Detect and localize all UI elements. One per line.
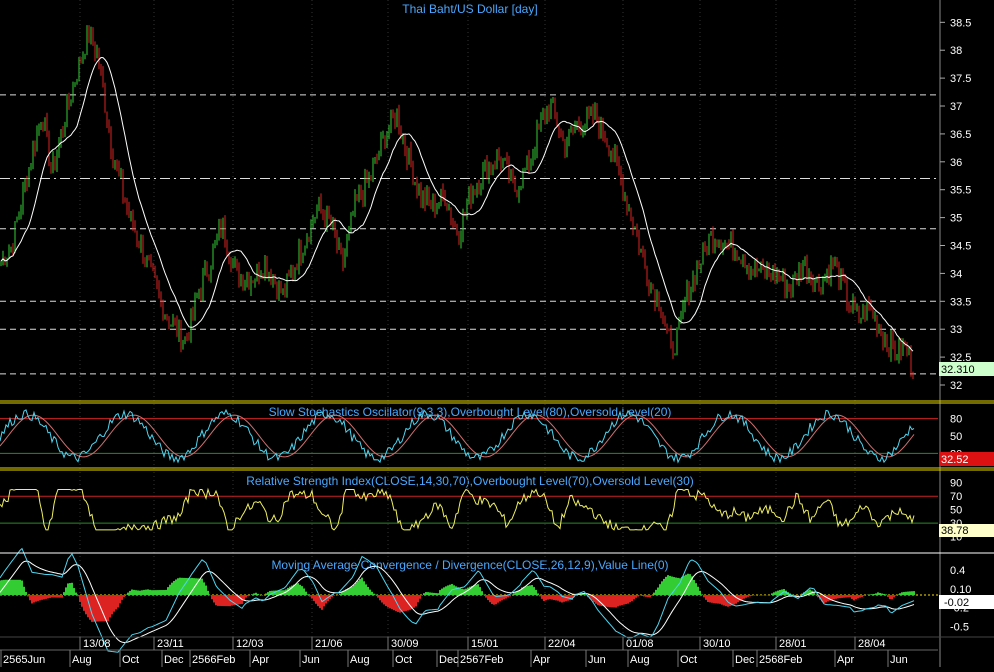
x-tick-label-lower: Aug xyxy=(350,654,370,666)
price-tick-label: 35 xyxy=(950,213,962,225)
price-panel-title: Thai Baht/US Dollar [day] xyxy=(402,2,537,16)
x-tick-label-lower: Jun xyxy=(890,654,908,666)
price-tick-label: 33.5 xyxy=(950,296,971,308)
rsi-tick-label: 50 xyxy=(950,505,962,517)
price-tick-label: 38 xyxy=(950,45,962,57)
x-tick-label-lower: 2567Feb xyxy=(460,654,503,666)
price-tick-label: 32 xyxy=(950,380,962,392)
macd-tick-label: -0.5 xyxy=(950,621,969,633)
x-tick-label-upper: 13/08 xyxy=(83,638,111,650)
x-tick-label-lower: Apr xyxy=(533,654,550,666)
x-tick-label-lower: Dec xyxy=(439,654,459,666)
chart-window: Thai Baht/US Dollar [day] Slow Stochasti… xyxy=(0,0,994,667)
x-tick-label-upper: 22/04 xyxy=(548,638,576,650)
x-tick-label-lower: 2566Feb xyxy=(192,654,235,666)
stoch-last-value: 32.52 xyxy=(941,454,969,466)
price-tick-label: 37 xyxy=(950,101,962,113)
x-tick-label-lower: Oct xyxy=(680,654,697,666)
x-tick-label-lower: Jun xyxy=(588,654,606,666)
macd-tick-label: 0.10 xyxy=(950,584,971,596)
price-tick-label: 33 xyxy=(950,324,962,336)
x-tick-label-upper: 01/08 xyxy=(626,638,654,650)
stoch-tick-label: 50 xyxy=(950,431,962,443)
price-last-value: 32.310 xyxy=(941,364,975,376)
x-tick-label-upper: 28/01 xyxy=(779,638,807,650)
x-tick-label-upper: 30/09 xyxy=(391,638,419,650)
price-tick-label: 34.5 xyxy=(950,241,971,253)
rsi-panel-title: Relative Strength Index(CLOSE,14,30,70),… xyxy=(246,474,694,488)
x-tick-label-lower: Apr xyxy=(252,654,269,666)
x-tick-label-lower: Dec xyxy=(164,654,184,666)
x-tick-label-lower: Aug xyxy=(72,654,92,666)
price-tick-label: 36.5 xyxy=(950,129,971,141)
price-tick-label: 37.5 xyxy=(950,73,971,85)
rsi-tick-label: 70 xyxy=(950,491,962,503)
price-tick-label: 34 xyxy=(950,268,962,280)
x-tick-label-lower: Oct xyxy=(122,654,139,666)
x-tick-label-lower: Dec xyxy=(735,654,755,666)
x-tick-label-upper: 23/11 xyxy=(157,638,184,650)
x-tick-label-lower: Aug xyxy=(630,654,650,666)
x-tick-label-upper: 30/10 xyxy=(703,638,731,650)
macd-panel-title: Moving Average Convergence / Divergence(… xyxy=(271,558,668,572)
macd-last-value: -0.02 xyxy=(944,597,969,609)
rsi-last-value: 38.78 xyxy=(941,525,969,537)
price-tick-label: 38.5 xyxy=(950,17,971,29)
x-tick-label-lower: 2565Jun xyxy=(3,654,45,666)
price-tick-label: 36 xyxy=(950,157,962,169)
x-tick-label-lower: Jun xyxy=(302,654,320,666)
x-tick-label-upper: 21/06 xyxy=(315,638,343,650)
x-tick-label-upper: 28/04 xyxy=(858,638,886,650)
chart-canvas: Thai Baht/US Dollar [day] Slow Stochasti… xyxy=(0,0,994,667)
x-tick-label-lower: 2568Feb xyxy=(759,654,802,666)
stoch-tick-label: 80 xyxy=(950,414,962,426)
price-tick-label: 35.5 xyxy=(950,185,971,197)
x-tick-label-lower: Apr xyxy=(837,654,854,666)
x-tick-label-upper: 12/03 xyxy=(236,638,264,650)
macd-tick-label: 0.4 xyxy=(950,565,965,577)
rsi-tick-label: 90 xyxy=(950,478,962,490)
x-tick-label-upper: 15/01 xyxy=(471,638,499,650)
x-tick-label-lower: Oct xyxy=(395,654,412,666)
